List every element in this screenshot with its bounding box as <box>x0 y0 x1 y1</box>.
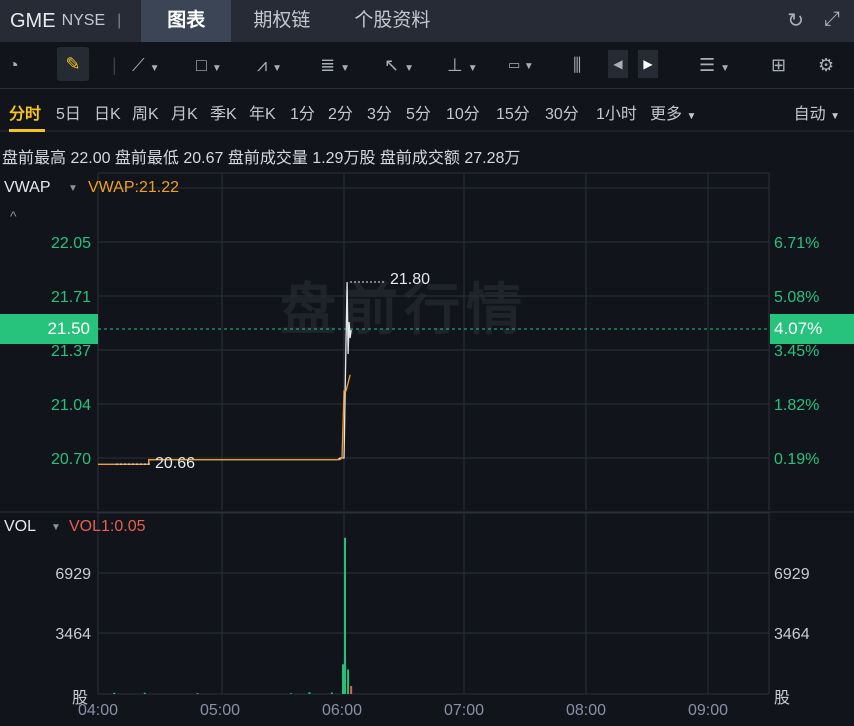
volume-bar <box>330 692 333 694</box>
current-pct-tag: 4.07% <box>770 314 854 344</box>
pct-tick: 1.82% <box>774 397 819 414</box>
vwap-value: VWAP:21.22 <box>88 179 180 196</box>
vol-value: VOL1:0.05 <box>69 518 146 535</box>
vwap-line <box>98 374 351 466</box>
low-label: 20.66 <box>155 455 196 472</box>
vol-tick: 3464 <box>55 626 91 643</box>
indicator-name[interactable]: VWAP <box>4 179 51 197</box>
volume-bar <box>143 692 146 694</box>
chart-canvas[interactable]: 22.05 21.71 21.37 21.04 20.70 6.71% 5.08% 3.45%… <box>0 0 854 726</box>
volume-bar <box>196 693 199 694</box>
pct-tick: 5.08% <box>774 289 819 306</box>
high-label: 21.80 <box>390 271 431 288</box>
price-tick: 21.04 <box>51 397 91 414</box>
volume-bar <box>344 537 347 694</box>
volume-bar <box>350 685 353 694</box>
price-tick: 21.71 <box>51 289 91 306</box>
time-tick: 06:00 <box>322 702 362 719</box>
collapse-icon[interactable]: ^ <box>10 208 17 224</box>
pct-tick: 6.71% <box>774 235 819 252</box>
time-tick: 09:00 <box>688 702 728 719</box>
price-tick: 20.70 <box>51 451 91 468</box>
price-line <box>98 281 352 466</box>
vol-dropdown-icon[interactable]: ▼ <box>51 522 61 533</box>
vol-unit-right: 股 <box>774 690 791 707</box>
price-tick: 21.37 <box>51 343 91 360</box>
vol-tick: 3464 <box>774 626 810 643</box>
time-tick: 05:00 <box>200 702 240 719</box>
pct-tick: 3.45% <box>774 343 819 360</box>
volume-bar <box>342 664 345 694</box>
pct-tick: 0.19% <box>774 451 819 468</box>
indicator-dropdown-icon[interactable]: ▼ <box>68 183 78 194</box>
vol-tick: 6929 <box>55 566 91 583</box>
volume-bar <box>347 669 350 694</box>
volume-bar <box>290 693 293 694</box>
time-tick: 07:00 <box>444 702 484 719</box>
volume-bar <box>113 692 116 694</box>
volume-bar <box>308 692 311 694</box>
vol-indicator-name[interactable]: VOL <box>4 518 36 536</box>
vol-unit-left: 股 <box>72 690 89 707</box>
vol-tick: 6929 <box>774 566 810 583</box>
current-price-tag: 21.50 <box>0 314 98 344</box>
price-tick: 22.05 <box>51 235 91 252</box>
time-tick: 08:00 <box>566 702 606 719</box>
